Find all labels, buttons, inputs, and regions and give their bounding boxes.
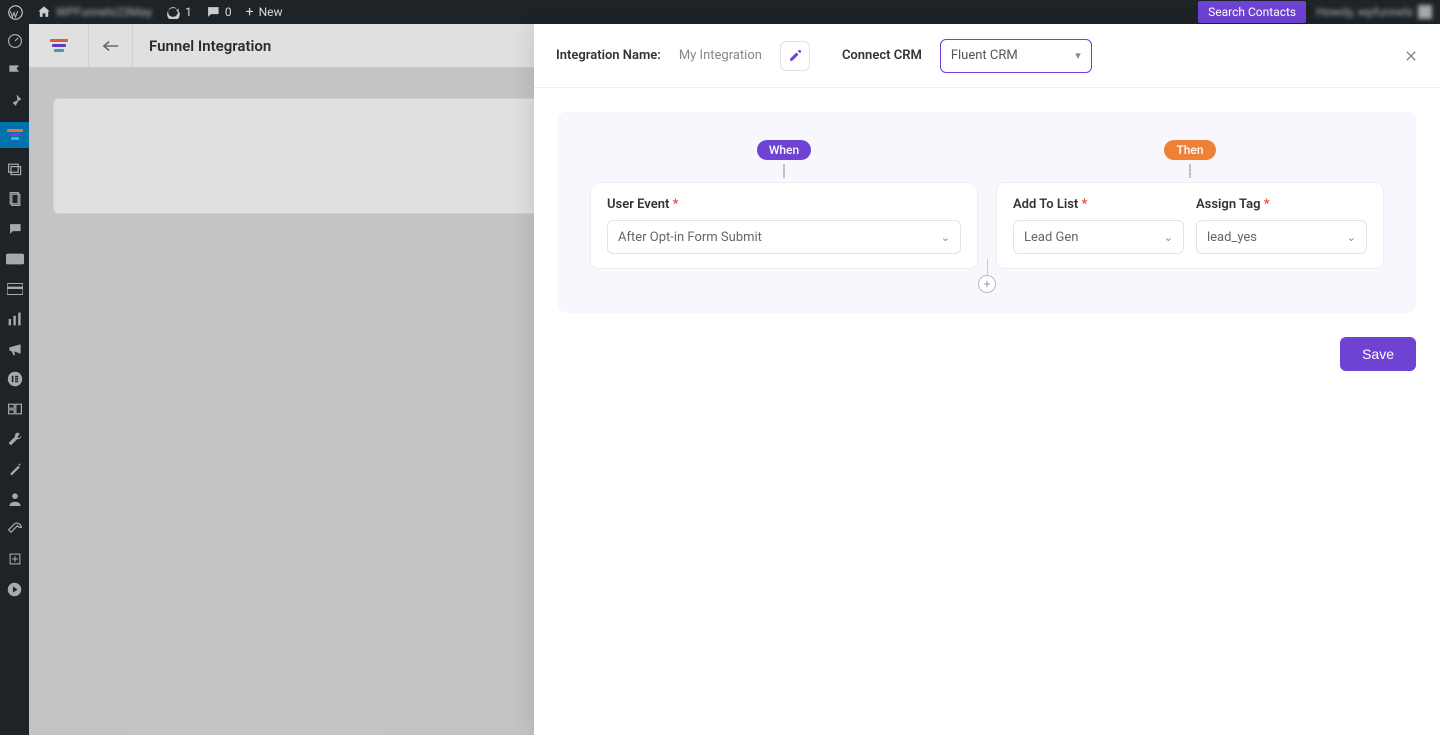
sidebar-elementor-icon[interactable] [6,370,24,388]
sidebar-marketing-icon[interactable] [6,340,24,358]
sidebar-analytics-icon[interactable] [6,310,24,328]
when-pill: When [757,140,811,160]
main-content: Funnel Integration Integration Name: My … [29,24,1440,735]
automation-card: When User Event * After Opt-in Form Subm… [558,112,1416,313]
sidebar-plugins-icon[interactable] [6,550,24,568]
connector-dots [1189,164,1191,178]
chevron-down-icon: ⌄ [1164,231,1173,244]
sidebar-users-icon[interactable] [6,490,24,508]
user-event-select[interactable]: After Opt-in Form Submit ⌄ [607,220,961,254]
updates-count: 1 [185,5,192,19]
new-label: New [259,5,283,19]
save-button[interactable]: Save [1340,337,1416,371]
comments-count: 0 [225,5,232,19]
comments-icon[interactable]: 0 [206,5,232,19]
wp-admin-sidebar [0,24,29,735]
connect-crm-label: Connect CRM [842,48,922,63]
sidebar-comments-icon[interactable] [6,220,24,238]
assign-tag-select[interactable]: lead_yes ⌄ [1196,220,1367,254]
chevron-down-icon: ⌄ [941,231,950,244]
integration-name-label: Integration Name: [556,48,661,63]
add-step-wrap: + [978,259,996,293]
assign-tag-label: Assign Tag * [1196,197,1367,212]
sidebar-flag-icon[interactable] [6,62,24,80]
integration-panel: Integration Name: My Integration Connect… [534,24,1440,735]
when-card: User Event * After Opt-in Form Submit ⌄ [590,182,978,269]
add-to-list-label: Add To List * [1013,197,1184,212]
panel-header: Integration Name: My Integration Connect… [534,24,1440,88]
avatar-icon [1418,5,1432,19]
chevron-down-icon: ⌄ [1347,231,1356,244]
updates-icon[interactable]: 1 [166,5,192,19]
sidebar-media-icon[interactable] [6,160,24,178]
sidebar-dashboard-icon[interactable] [6,32,24,50]
sidebar-card-icon[interactable] [6,280,24,298]
sidebar-pages-icon[interactable] [6,190,24,208]
sidebar-play-icon[interactable] [6,580,24,598]
add-step-button[interactable]: + [978,275,996,293]
wp-admin-bar: WPFunnels23May 1 0 + New Search Contacts… [0,0,1440,24]
when-column: When User Event * After Opt-in Form Subm… [590,140,978,269]
integration-name-value: My Integration [679,48,762,63]
wp-logo-icon[interactable] [8,5,23,20]
add-to-list-value: Lead Gen [1024,230,1078,245]
home-icon[interactable]: WPFunnels23May [37,5,152,19]
assign-tag-value: lead_yes [1207,230,1257,245]
user-event-label: User Event * [607,197,961,212]
user-event-value: After Opt-in Form Submit [618,230,762,245]
sidebar-pin-icon[interactable] [6,92,24,110]
close-panel-button[interactable] [1404,49,1418,63]
site-name: WPFunnels23May [56,5,152,19]
edit-name-button[interactable] [780,41,810,71]
add-to-list-select[interactable]: Lead Gen ⌄ [1013,220,1184,254]
connect-crm-value: Fluent CRM [951,48,1018,63]
sidebar-tools-icon[interactable] [6,430,24,448]
then-card: Add To List * Lead Gen ⌄ Assig [996,182,1384,269]
then-pill: Then [1164,140,1215,160]
chevron-down-icon: ▾ [1075,49,1081,62]
connect-crm-select[interactable]: Fluent CRM ▾ [940,39,1092,73]
then-column: Then Add To List * Lead Gen [996,140,1384,269]
sidebar-wpfunnels-icon[interactable] [0,122,29,148]
sidebar-templates-icon[interactable] [6,400,24,418]
new-button[interactable]: + New [246,4,283,20]
connector-dots [783,164,785,178]
sidebar-settings-icon[interactable] [6,520,24,538]
sidebar-appearance-icon[interactable] [6,460,24,478]
search-contacts-button[interactable]: Search Contacts [1198,1,1306,23]
sidebar-woo-icon[interactable] [6,250,24,268]
howdy-user[interactable]: Howdy, wpfunnels [1316,5,1432,19]
